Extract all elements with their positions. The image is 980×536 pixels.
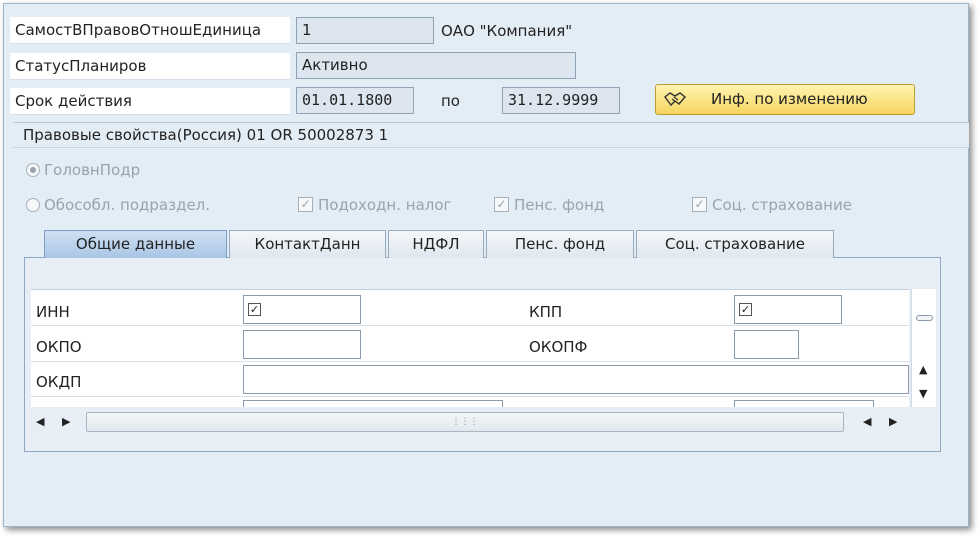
row-divider	[31, 361, 909, 362]
inn-check-icon[interactable]: ✓	[248, 303, 261, 316]
window-frame: СамостВПравовОтношЕдиница 1 ОАО "Компани…	[3, 3, 969, 527]
tab-pension-fund[interactable]: Пенс. фонд	[486, 230, 634, 258]
change-info-button[interactable]: Инф. по изменению	[655, 84, 915, 115]
arrow-left-icon[interactable]: ◀	[863, 415, 871, 429]
horizontal-scrollbar[interactable]: ◀ ▶ ⋮⋮⋮ ◀ ▶	[31, 409, 909, 435]
row-divider	[31, 325, 909, 326]
fields-table: ИНН ✓ КПП ✓ ОКПО ОКОПФ ОКДП	[31, 289, 909, 407]
status-label: СтатусПланиров	[10, 53, 290, 80]
vertical-scroll-thumb[interactable]	[916, 315, 933, 321]
okpo-label: ОКПО	[36, 338, 82, 356]
tab-general-data[interactable]: Общие данные	[44, 230, 227, 258]
arrow-left-icon[interactable]: ◀	[36, 415, 44, 429]
check-income-tax-label: Подоходн. налог	[318, 196, 452, 214]
inn-label: ИНН	[36, 303, 70, 321]
change-info-label: Инф. по изменению	[711, 90, 868, 108]
kpp-check-icon[interactable]: ✓	[739, 303, 752, 316]
check-mark-icon: ✓	[694, 197, 705, 211]
radio-branch[interactable]	[26, 198, 40, 212]
kpp-field[interactable]: ✓	[734, 295, 842, 324]
horizontal-scroll-thumb[interactable]: ⋮⋮⋮	[86, 412, 844, 432]
check-income-tax[interactable]: ✓	[298, 197, 313, 212]
to-label: по	[441, 92, 460, 110]
okdp-label: ОКДП	[36, 373, 82, 391]
tab-ndfl[interactable]: НДФЛ	[388, 230, 484, 258]
check-mark-icon: ✓	[300, 197, 311, 211]
unit-value-field[interactable]: 1	[296, 17, 434, 44]
vertical-scrollbar[interactable]: ▲ ▼	[911, 289, 936, 407]
partial-field[interactable]	[243, 400, 503, 407]
okdp-field[interactable]	[243, 365, 909, 394]
kpp-label: КПП	[529, 303, 563, 321]
tab-contact-data[interactable]: КонтактДанн	[229, 230, 386, 258]
check-social-label: Соц. страхование	[712, 196, 852, 214]
radio-head-office-label: ГоловнПодр	[44, 161, 141, 179]
status-value-field[interactable]: Активно	[296, 52, 576, 79]
arrow-right-icon[interactable]: ▶	[62, 415, 70, 429]
tab-social-insurance[interactable]: Соц. страхование	[636, 230, 834, 258]
check-pension[interactable]: ✓	[494, 197, 509, 212]
company-name: ОАО "Компания"	[441, 22, 573, 40]
check-social[interactable]: ✓	[692, 197, 707, 212]
validity-label: Срок действия	[10, 88, 290, 115]
radio-branch-label: Обособл. подраздел.	[44, 196, 211, 214]
row-divider	[31, 396, 909, 397]
arrow-up-icon[interactable]: ▲	[919, 363, 927, 377]
arrow-down-icon[interactable]: ▼	[919, 387, 927, 401]
date-to-field[interactable]: 31.12.9999	[502, 87, 620, 114]
arrow-right-icon[interactable]: ▶	[889, 415, 897, 429]
handshake-icon	[664, 92, 687, 107]
date-from-field[interactable]: 01.01.1800	[296, 87, 414, 114]
okpo-field[interactable]	[243, 330, 361, 359]
radio-head-office[interactable]	[26, 163, 40, 177]
okopf-field[interactable]	[734, 330, 799, 359]
okopf-label: ОКОПФ	[529, 338, 588, 356]
inn-field[interactable]: ✓	[243, 295, 361, 324]
unit-label: СамостВПравовОтношЕдиница	[10, 17, 290, 44]
partial-field[interactable]	[734, 400, 874, 407]
check-pension-label: Пенс. фонд	[514, 196, 605, 214]
check-mark-icon: ✓	[496, 197, 507, 211]
legal-properties-title: Правовые свойства(Россия) 01 OR 50002873…	[13, 122, 969, 148]
